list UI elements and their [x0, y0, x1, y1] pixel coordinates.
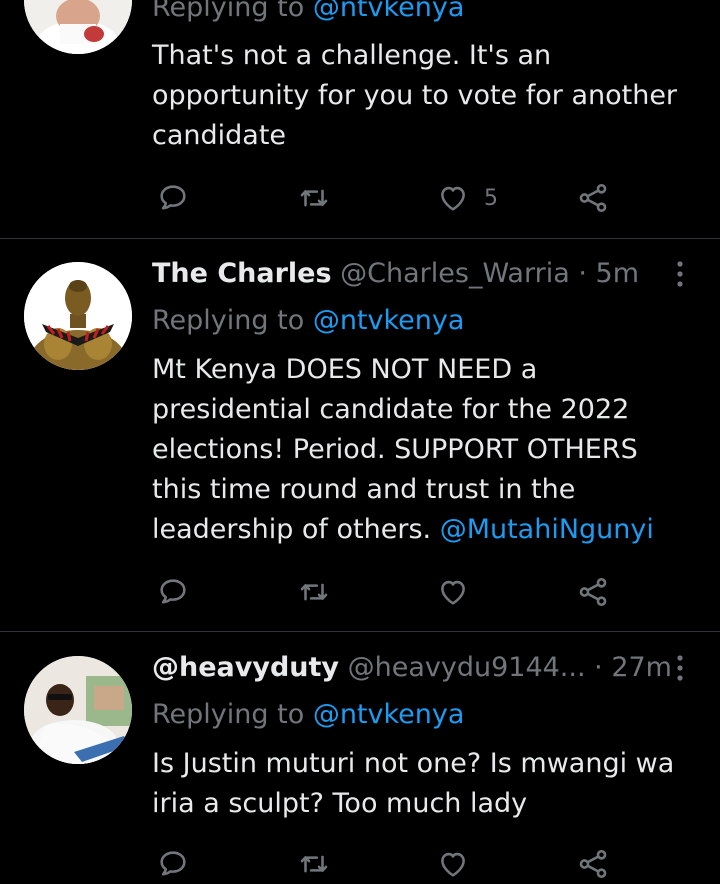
reply-icon [160, 851, 186, 876]
retweet-button[interactable] [296, 844, 332, 884]
replying-to: Replying to @ntvkenya [152, 699, 464, 731]
mention-link[interactable]: @MutahiNgunyi [440, 514, 654, 545]
more-options-button[interactable] [670, 652, 690, 684]
display-name[interactable]: The Charles [152, 258, 332, 289]
retweet-icon [300, 855, 328, 873]
reply-mention-link[interactable]: @ntvkenya [313, 699, 465, 730]
handle[interactable]: @heavydu9144... [348, 652, 586, 683]
tweet-3[interactable]: @heavyduty @heavydu9144... · 27m Replyin… [0, 632, 720, 879]
tweet-1[interactable]: Replying to @ntvkenya That's not a chall… [0, 0, 720, 238]
like-button[interactable]: 5 [436, 178, 498, 218]
more-options-button[interactable] [670, 258, 690, 290]
retweet-button[interactable] [296, 572, 332, 612]
timestamp[interactable]: 5m [596, 258, 639, 289]
retweet-button[interactable] [296, 178, 332, 218]
avatar[interactable] [24, 656, 132, 764]
replying-to: Replying to @ntvkenya [152, 0, 464, 24]
more-options-icon [677, 655, 683, 681]
tweet-header: The Charles @Charles_Warria · 5m [152, 258, 639, 290]
tweet-text: Is Justin muturi not one? Is mwangi wa i… [152, 748, 675, 819]
like-count: 5 [484, 185, 498, 211]
like-icon [441, 852, 465, 877]
replying-to-label: Replying to [152, 699, 313, 730]
reply-button[interactable] [156, 178, 190, 218]
share-icon [579, 849, 607, 879]
display-name[interactable]: @heavyduty [152, 652, 339, 683]
like-icon [441, 186, 465, 211]
replying-to: Replying to @ntvkenya [152, 305, 464, 337]
avatar[interactable] [24, 0, 132, 54]
reply-button[interactable] [156, 572, 190, 612]
avatar[interactable] [24, 262, 132, 370]
handle[interactable]: @Charles_Warria [340, 258, 570, 289]
separator: · [594, 652, 603, 683]
action-bar [152, 572, 632, 612]
like-button[interactable] [436, 844, 470, 884]
reply-mention-link[interactable]: @ntvkenya [313, 0, 465, 23]
reply-icon [160, 185, 186, 210]
timestamp[interactable]: 27m [611, 652, 672, 683]
replying-to-label: Replying to [152, 0, 313, 23]
avatar-image [24, 656, 132, 764]
like-icon [441, 580, 465, 605]
reply-button[interactable] [156, 844, 190, 884]
share-button[interactable] [576, 572, 610, 612]
tweet-header: @heavyduty @heavydu9144... · 27m [152, 652, 672, 684]
avatar-image [24, 0, 132, 54]
retweet-icon [300, 583, 328, 601]
action-bar: 5 [152, 178, 632, 218]
like-button[interactable] [436, 572, 470, 612]
share-icon [579, 183, 607, 213]
share-icon [579, 577, 607, 607]
share-button[interactable] [576, 178, 610, 218]
replying-to-label: Replying to [152, 305, 313, 336]
reply-icon [160, 579, 186, 604]
tweet-text: Mt Kenya DOES NOT NEED a presidential ca… [152, 350, 692, 550]
separator: · [578, 258, 587, 289]
tweet-text: That's not a challenge. It's an opportun… [152, 40, 678, 151]
more-options-icon [677, 261, 683, 287]
avatar-image [24, 262, 132, 370]
share-button[interactable] [576, 844, 610, 884]
retweet-icon [300, 189, 328, 207]
reply-mention-link[interactable]: @ntvkenya [313, 305, 465, 336]
tweet-2[interactable]: The Charles @Charles_Warria · 5m Replyin… [0, 239, 720, 631]
action-bar [152, 844, 632, 884]
